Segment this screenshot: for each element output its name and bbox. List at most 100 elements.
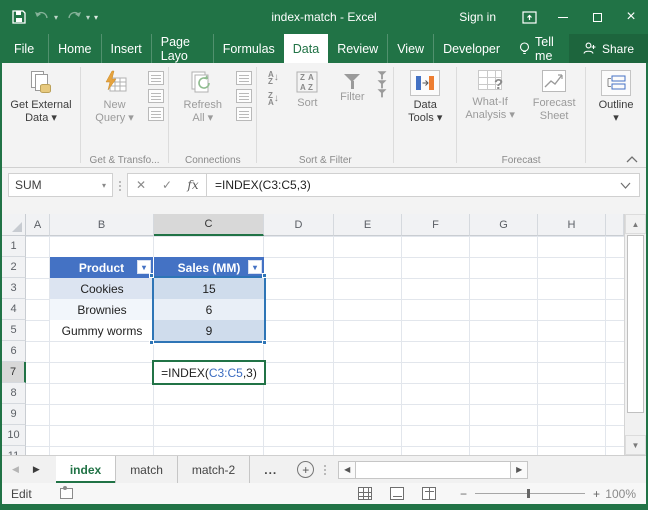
forecast-sheet-button[interactable]: Forecast Sheet (525, 68, 583, 123)
save-icon[interactable] (12, 10, 26, 24)
scroll-up-icon[interactable]: ▲ (625, 214, 646, 234)
page-break-view-icon[interactable] (421, 487, 436, 500)
tab-data[interactable]: Data (283, 34, 329, 63)
undo-icon[interactable] (34, 11, 50, 23)
vertical-scrollbar[interactable]: ▲ ▼ (624, 214, 646, 455)
row-header-10[interactable]: 10 (2, 425, 26, 446)
expand-formula-bar-icon[interactable] (620, 182, 631, 189)
advanced-filter-icon[interactable] (377, 89, 387, 98)
redo-icon[interactable] (66, 11, 82, 23)
column-header-e[interactable]: E (334, 214, 402, 236)
show-queries-icon[interactable] (147, 71, 164, 85)
product-filter-icon[interactable]: ▾ (137, 260, 151, 274)
column-header-c[interactable]: C (154, 214, 264, 236)
tab-insert[interactable]: Insert (100, 34, 151, 63)
properties-icon[interactable] (235, 89, 252, 103)
tab-developer[interactable]: Developer (433, 34, 509, 63)
column-header-f[interactable]: F (402, 214, 470, 236)
tab-home[interactable]: Home (48, 34, 100, 63)
sheet-tab-match[interactable]: match (116, 456, 178, 483)
vertical-scroll-thumb[interactable] (627, 235, 644, 413)
cell-b3[interactable]: Cookies (50, 278, 154, 299)
sheet-tab-match-2[interactable]: match-2 (178, 456, 251, 483)
sheet-tab-index[interactable]: index (55, 456, 117, 483)
row-header-6[interactable]: 6 (2, 341, 26, 362)
tab-file[interactable]: File (0, 34, 48, 63)
table-header-product[interactable]: Product ▾ (50, 257, 154, 278)
row-header-1[interactable]: 1 (2, 236, 26, 257)
edit-links-icon[interactable] (235, 107, 252, 121)
insert-function-icon[interactable]: fx (180, 178, 206, 192)
row-header-8[interactable]: 8 (2, 383, 26, 404)
cell-c7-edit[interactable]: =INDEX(C3:C5,3) (152, 360, 266, 385)
zoom-slider[interactable] (474, 489, 585, 498)
horizontal-scrollbar[interactable]: ◀ ▶ (338, 460, 529, 479)
reapply-filter-icon[interactable] (377, 80, 387, 89)
row-header-5[interactable]: 5 (2, 320, 26, 341)
from-table-icon[interactable] (147, 89, 164, 103)
collapse-ribbon-icon[interactable] (626, 156, 638, 163)
cell-b4[interactable]: Brownies (50, 299, 154, 320)
row-header-4[interactable]: 4 (2, 299, 26, 320)
row-header-7[interactable]: 7 (2, 362, 26, 383)
tab-formulas[interactable]: Formulas (212, 34, 284, 63)
page-layout-view-icon[interactable] (389, 487, 404, 500)
sign-in-link[interactable]: Sign in (443, 10, 512, 24)
recent-sources-icon[interactable] (147, 107, 164, 121)
filter-button[interactable]: Filter (331, 68, 373, 104)
sheet-nav-right-icon[interactable]: ▶ (33, 464, 40, 475)
minimize-button[interactable] (546, 0, 580, 34)
cancel-entry-icon[interactable]: ✕ (128, 178, 154, 192)
sort-descending-icon[interactable]: Z A ↓ (263, 90, 283, 107)
scroll-down-icon[interactable]: ▼ (625, 435, 646, 455)
sheet-nav-left-icon[interactable]: ◀ (12, 464, 19, 475)
undo-dropdown-icon[interactable]: ▾ (54, 13, 58, 22)
ribbon-display-options-icon[interactable] (512, 0, 546, 34)
formula-input[interactable]: =INDEX(C3:C5,3) (207, 173, 640, 197)
data-tools-button[interactable]: Data Tools ▾ (396, 68, 454, 125)
zoom-out-icon[interactable]: − (460, 487, 467, 501)
connections-icon[interactable] (235, 71, 252, 85)
new-sheet-icon[interactable]: + (297, 461, 315, 478)
zoom-slider-thumb[interactable] (526, 489, 530, 498)
sort-button[interactable]: ZAAZ Sort (287, 68, 327, 110)
row-header-3[interactable]: 3 (2, 278, 26, 299)
clear-filter-icon[interactable] (377, 71, 387, 80)
close-button[interactable]: × (614, 0, 648, 34)
column-header-d[interactable]: D (264, 214, 334, 236)
outline-button[interactable]: Outline ▾ (587, 68, 645, 125)
what-if-analysis-button[interactable]: ? What-If Analysis ▾ (459, 68, 521, 122)
select-all-corner[interactable] (2, 214, 26, 236)
row-header-9[interactable]: 9 (2, 404, 26, 425)
selection-handle-bottom-right[interactable] (262, 340, 267, 345)
column-header-h[interactable]: H (538, 214, 606, 236)
tab-view[interactable]: View (387, 34, 433, 63)
scroll-right-icon[interactable]: ▶ (511, 462, 527, 478)
sales-filter-icon[interactable]: ▾ (248, 260, 262, 274)
tab-review[interactable]: Review (328, 34, 387, 63)
macro-record-icon[interactable] (59, 486, 73, 499)
share-button[interactable]: Share (568, 34, 648, 63)
enter-entry-icon[interactable]: ✓ (154, 178, 180, 192)
tab-page-layout[interactable]: Page Layo (150, 34, 213, 63)
name-box[interactable]: SUM ▾ (8, 173, 113, 197)
get-external-data-button[interactable]: Get External Data ▾ (6, 68, 76, 125)
row-header-11[interactable]: 11 (2, 446, 26, 455)
column-header-partial[interactable] (606, 214, 624, 236)
customize-qat-icon[interactable]: ▾ (94, 13, 98, 22)
new-query-button[interactable]: New Query ▾ (86, 68, 144, 125)
sort-ascending-icon[interactable]: A Z ↓ (263, 69, 283, 86)
zoom-in-icon[interactable]: + (593, 487, 600, 501)
selection-handle-top-left[interactable] (149, 273, 154, 278)
column-header-g[interactable]: G (470, 214, 538, 236)
cell-b5[interactable]: Gummy worms (50, 320, 154, 341)
row-header-2[interactable]: 2 (2, 257, 26, 278)
selection-handle-bottom-left[interactable] (149, 340, 154, 345)
maximize-button[interactable] (580, 0, 614, 34)
table-header-sales[interactable]: Sales (MM) ▾ (154, 257, 264, 278)
scroll-left-icon[interactable]: ◀ (339, 462, 355, 478)
name-box-dropdown-icon[interactable]: ▾ (102, 181, 106, 190)
zoom-level[interactable]: 100% (600, 487, 646, 501)
refresh-all-button[interactable]: Refresh All ▾ (174, 68, 232, 125)
column-header-a[interactable]: A (26, 214, 50, 236)
